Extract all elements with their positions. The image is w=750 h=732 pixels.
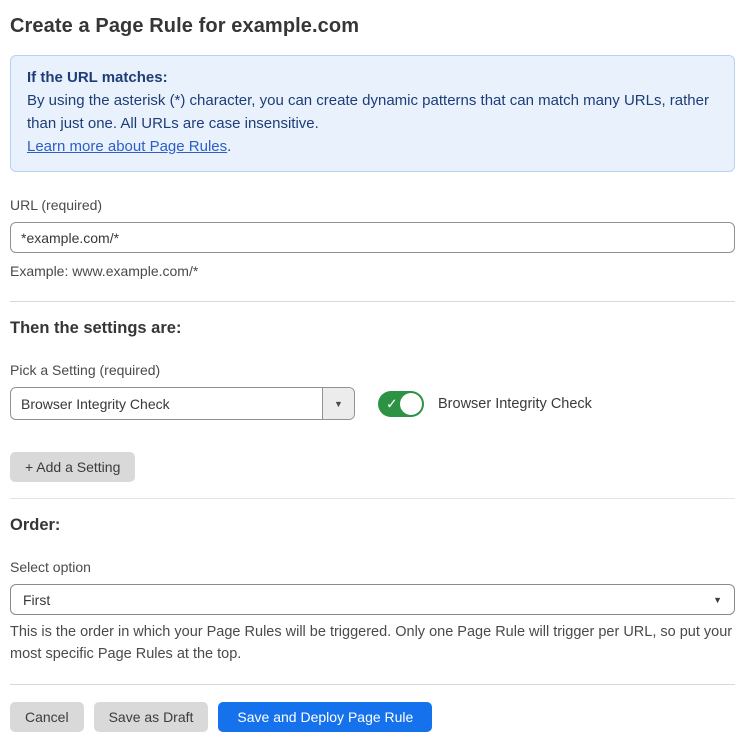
save-draft-button[interactable]: Save as Draft <box>94 702 209 732</box>
section-divider <box>10 301 735 302</box>
footer-actions: Cancel Save as Draft Save and Deploy Pag… <box>10 702 735 732</box>
pick-setting-label: Pick a Setting (required) <box>10 362 735 378</box>
order-section-heading: Order: <box>10 516 735 535</box>
info-box-link-line: Learn more about Page Rules. <box>27 135 718 158</box>
url-match-info-box: If the URL matches: By using the asteris… <box>10 55 735 172</box>
chevron-down-icon[interactable]: ▼ <box>322 388 354 419</box>
settings-section-heading: Then the settings are: <box>10 319 735 338</box>
save-deploy-button[interactable]: Save and Deploy Page Rule <box>218 702 432 732</box>
cancel-button[interactable]: Cancel <box>10 702 84 732</box>
url-label: URL (required) <box>10 197 735 213</box>
setting-row: Browser Integrity Check ▼ ✓ Browser Inte… <box>10 387 735 420</box>
footer-divider <box>10 684 735 685</box>
info-box-body: By using the asterisk (*) character, you… <box>27 89 718 135</box>
page-title: Create a Page Rule for example.com <box>10 15 735 38</box>
create-page-rule-form: Create a Page Rule for example.com If th… <box>0 0 750 732</box>
setting-toggle-group: ✓ Browser Integrity Check <box>378 391 592 417</box>
setting-select[interactable]: Browser Integrity Check ▼ <box>10 387 355 420</box>
toggle-label: Browser Integrity Check <box>438 396 592 412</box>
order-select[interactable]: First ▼ <box>10 584 735 615</box>
learn-more-page-rules-link[interactable]: Learn more about Page Rules <box>27 138 227 155</box>
browser-integrity-toggle[interactable]: ✓ <box>378 391 424 417</box>
check-icon: ✓ <box>386 396 398 410</box>
section-divider <box>10 498 735 499</box>
order-helper-text: This is the order in which your Page Rul… <box>10 621 735 665</box>
info-box-heading: If the URL matches: <box>27 66 718 89</box>
url-input[interactable] <box>10 222 735 253</box>
order-select-value: First <box>23 592 50 608</box>
select-option-label: Select option <box>10 559 735 575</box>
toggle-knob <box>400 393 422 415</box>
chevron-down-icon: ▼ <box>713 595 722 605</box>
setting-select-value: Browser Integrity Check <box>11 388 322 419</box>
add-setting-button[interactable]: + Add a Setting <box>10 452 135 482</box>
link-suffix: . <box>227 138 231 155</box>
url-example-helper: Example: www.example.com/* <box>10 260 735 282</box>
